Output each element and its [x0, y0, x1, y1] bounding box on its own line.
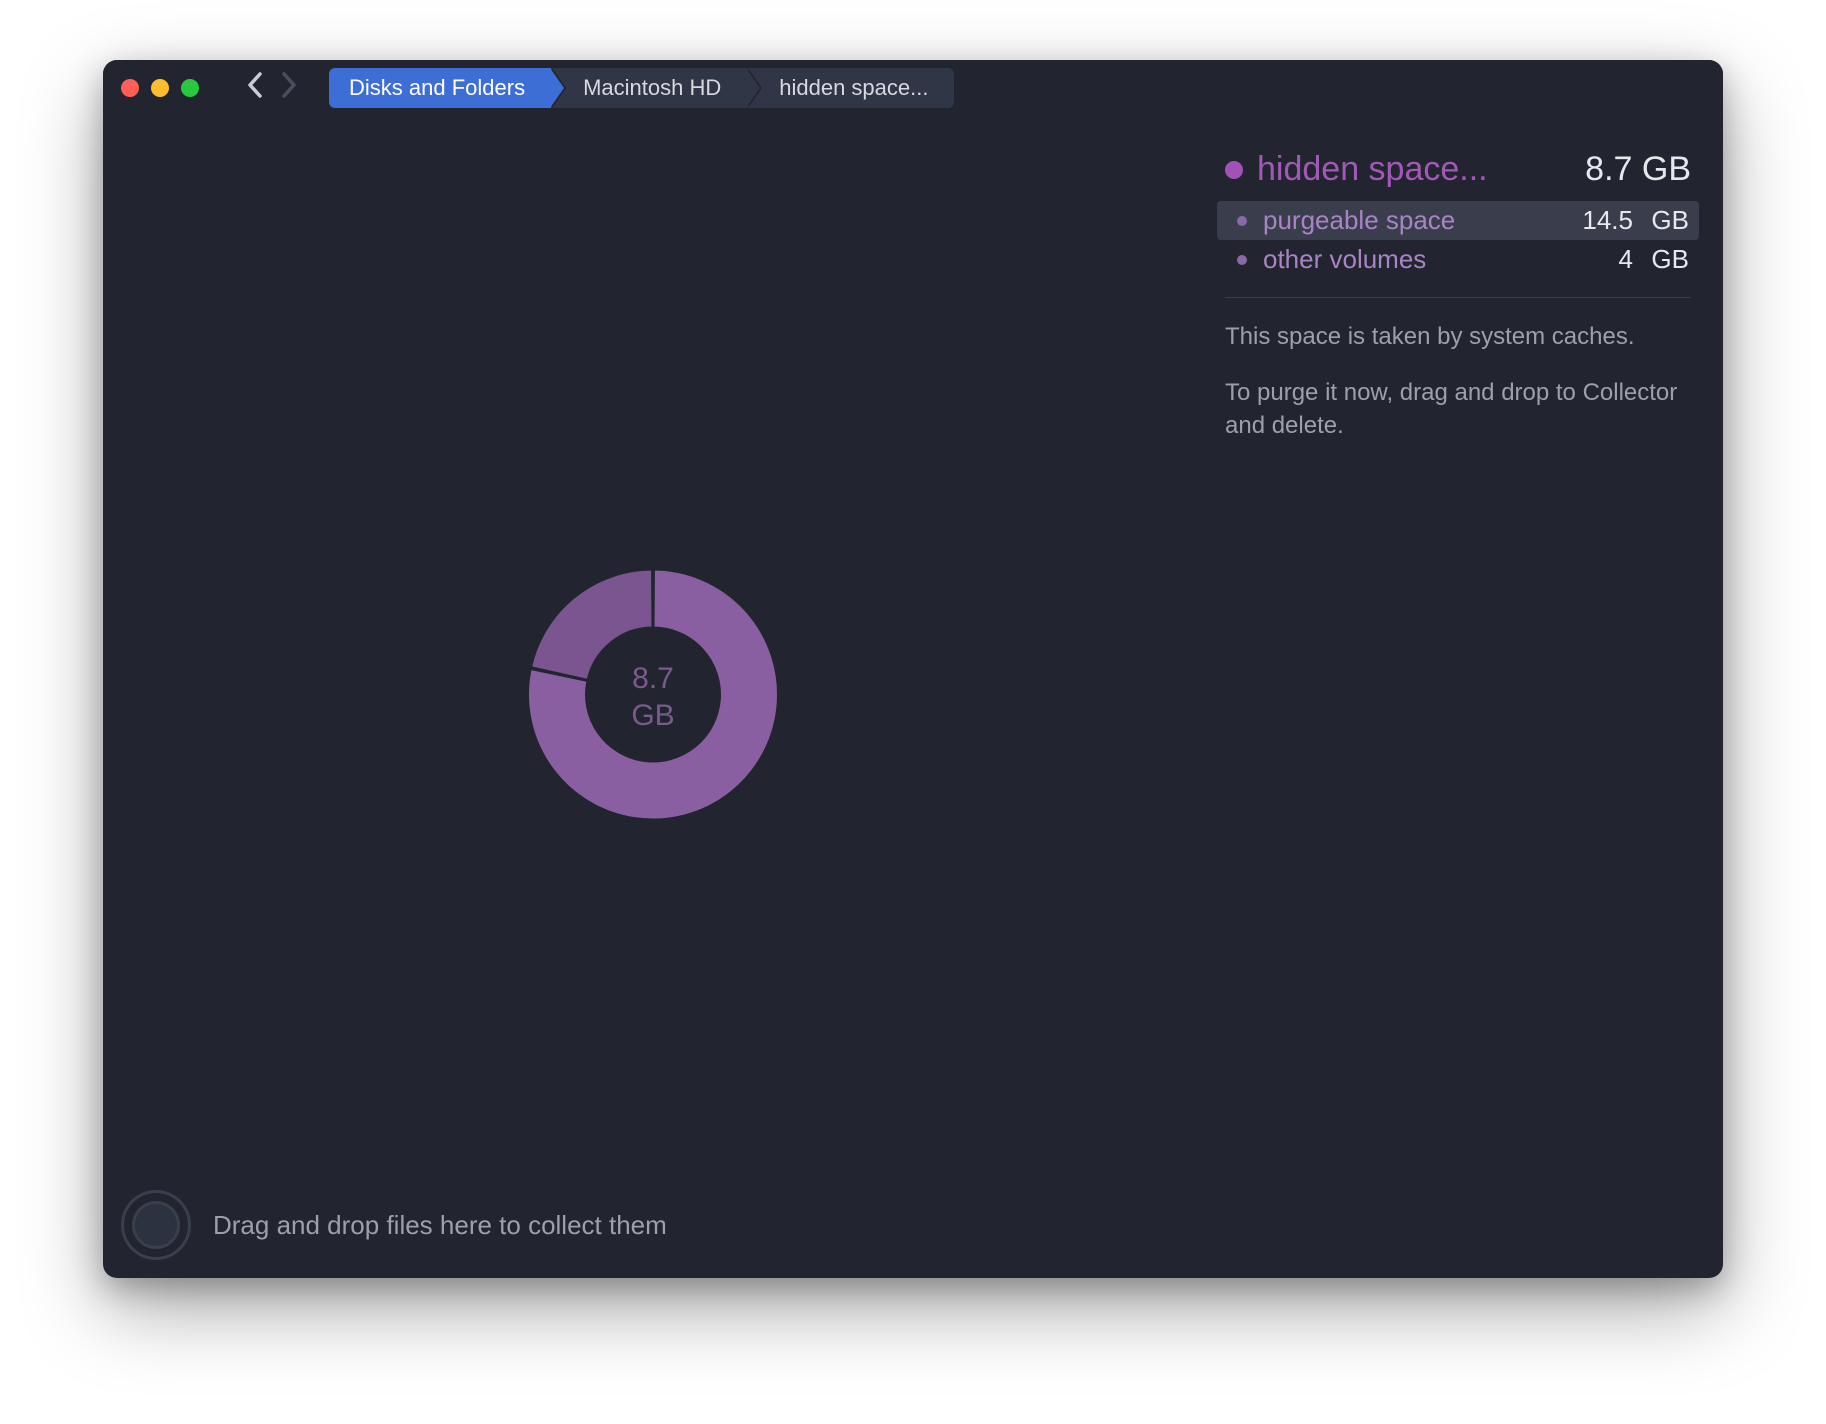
item-size-unit: GB — [1649, 205, 1689, 236]
description-line: To purge it now, drag and drop to Collec… — [1225, 376, 1691, 443]
donut-chart[interactable]: 8.7 GB — [528, 570, 778, 825]
divider — [1225, 297, 1691, 298]
breadcrumb-item-root[interactable]: Disks and Folders — [329, 68, 551, 108]
donut-center-unit: GB — [631, 697, 674, 735]
breadcrumb: Disks and Folders Macintosh HD hidden sp… — [329, 68, 954, 108]
titlebar: Disks and Folders Macintosh HD hidden sp… — [103, 60, 1723, 116]
sidebar-item-other-volumes[interactable]: other volumes 4 GB — [1217, 240, 1699, 279]
breadcrumb-label: Disks and Folders — [349, 75, 525, 101]
item-size-value: 14.5 — [1581, 205, 1633, 236]
item-label: other volumes — [1263, 244, 1565, 275]
content-body: 8.7 GB hidden space... 8.7 GB purgeable … — [103, 116, 1723, 1278]
donut-center-value: 8.7 — [631, 660, 674, 698]
item-color-dot — [1237, 216, 1247, 226]
nav-arrows — [247, 72, 297, 104]
collector-icon — [121, 1190, 191, 1260]
sidebar-item-purgeable[interactable]: purgeable space 14.5 GB — [1217, 201, 1699, 240]
details-description: This space is taken by system caches. To… — [1217, 320, 1699, 443]
breadcrumb-item-current[interactable]: hidden space... — [747, 68, 954, 108]
zoom-window-button[interactable] — [181, 79, 199, 97]
item-color-dot — [1237, 255, 1247, 265]
breadcrumb-label: Macintosh HD — [583, 75, 721, 101]
app-window: Disks and Folders Macintosh HD hidden sp… — [103, 60, 1723, 1278]
chart-area: 8.7 GB — [103, 116, 1203, 1278]
window-controls — [121, 79, 199, 97]
item-label: purgeable space — [1263, 205, 1565, 236]
forward-button[interactable] — [281, 72, 297, 104]
donut-center-label: 8.7 GB — [631, 660, 674, 735]
details-size: 8.7 GB — [1585, 150, 1691, 189]
minimize-window-button[interactable] — [151, 79, 169, 97]
details-title: hidden space... — [1257, 150, 1571, 189]
close-window-button[interactable] — [121, 79, 139, 97]
item-size-value: 4 — [1581, 244, 1633, 275]
breadcrumb-item-disk[interactable]: Macintosh HD — [551, 68, 747, 108]
collector-dropzone[interactable]: Drag and drop files here to collect them — [121, 1190, 667, 1260]
collector-hint: Drag and drop files here to collect them — [213, 1210, 667, 1241]
description-line: This space is taken by system caches. — [1225, 320, 1691, 354]
back-button[interactable] — [247, 72, 263, 104]
item-size-unit: GB — [1649, 244, 1689, 275]
details-header: hidden space... 8.7 GB — [1217, 144, 1699, 201]
details-panel: hidden space... 8.7 GB purgeable space 1… — [1203, 116, 1723, 1278]
category-color-dot — [1225, 161, 1243, 179]
breadcrumb-label: hidden space... — [779, 75, 928, 101]
